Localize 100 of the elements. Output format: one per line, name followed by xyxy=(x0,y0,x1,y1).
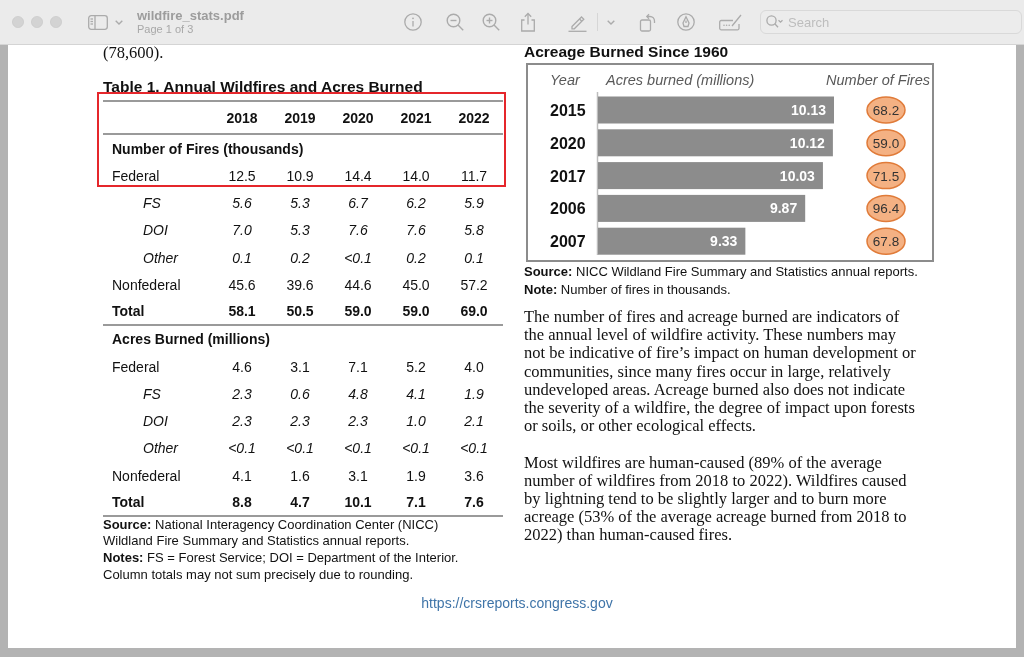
table-note: Notes: FS = Forest Service; DOI = Department of the Interior. Column totals may not sum precisely due to rounding. xyxy=(103,549,460,584)
table-title: Table 1. Annual Wildfires and Acres Burned xyxy=(103,78,424,96)
table-cell: 1.0 xyxy=(406,413,426,430)
chart-title: Acreage Burned Since 1960 xyxy=(524,45,730,59)
table-cell: 4.8 xyxy=(348,385,368,402)
table-cell: <0.1 xyxy=(286,440,314,457)
table-cell: 2.3 xyxy=(232,413,252,430)
table-cell: 0.1 xyxy=(464,249,484,266)
row-label: Nonfederal xyxy=(112,467,181,484)
row-label: DOI xyxy=(143,222,168,239)
row-label: Federal xyxy=(112,167,160,184)
fire-count-badge: 68.2 xyxy=(866,96,906,124)
category-label: 2006 xyxy=(550,200,586,218)
table-note: Source: National Interagency Coordination Center (NICC) Wildland Fire Summary and Statistics annual reports. xyxy=(103,516,440,550)
table-cell: 2.3 xyxy=(290,413,310,430)
page-count: Page 1 of 3 xyxy=(137,23,194,36)
table-cell: 59.0 xyxy=(402,303,430,320)
row-label: Total xyxy=(112,493,145,510)
table-cell: 2.1 xyxy=(464,413,484,430)
bar-value-label: 10.03 xyxy=(779,167,815,184)
table-cell: <0.1 xyxy=(344,249,372,266)
table-cell: 4.0 xyxy=(464,358,484,375)
fire-count-badge: 59.0 xyxy=(866,129,906,157)
table-cell: 0.2 xyxy=(406,249,426,266)
table-cell: 5.3 xyxy=(290,195,310,212)
row-label: Other xyxy=(143,440,178,457)
table-cell: 14.4 xyxy=(344,167,372,184)
table-cell: 1.6 xyxy=(290,467,310,484)
column-header: 2018 xyxy=(226,109,258,126)
chart-note: Note: Number of fires in thousands. xyxy=(524,281,732,299)
table-cell: 57.2 xyxy=(460,276,488,293)
search-icon xyxy=(766,15,784,28)
table-cell: 0.1 xyxy=(232,249,252,266)
table-cell: 0.6 xyxy=(290,385,310,402)
column-label: Number of Fires xyxy=(826,72,930,88)
axis-label: Year xyxy=(550,72,580,88)
text-fragment: (78,600). xyxy=(103,45,165,60)
row-label: DOI xyxy=(143,413,168,430)
category-label: 2015 xyxy=(550,102,586,119)
table-cell: 7.6 xyxy=(348,222,368,239)
column-header: 2022 xyxy=(458,109,490,126)
table-cell: 4.1 xyxy=(232,467,252,484)
table-cell: 7.0 xyxy=(232,222,252,239)
table-cell: 7.6 xyxy=(464,493,484,510)
table-cell: <0.1 xyxy=(402,440,430,457)
table-cell: 8.8 xyxy=(232,493,252,510)
table-cell: 59.0 xyxy=(344,303,372,320)
table-cell: 3.6 xyxy=(464,467,484,484)
table-cell: 1.9 xyxy=(464,385,484,402)
row-label: Total xyxy=(112,303,145,320)
table-cell: 39.6 xyxy=(286,276,314,293)
table-cell: 7.1 xyxy=(348,358,368,375)
section-heading: Acres Burned (millions) xyxy=(112,331,270,348)
body-paragraph: Most wildfires are human-caused (89% of the average number of wildfires from 2018 to 2022). Wildfires caused by lightning tend to be slightly larger and to burn more acreage (53% of the average acreage burned from 2018 to 2022) than human-caused fires. xyxy=(524,453,908,545)
table-cell: 44.6 xyxy=(344,276,372,293)
axis-label: Acres burned (millions) xyxy=(606,72,755,88)
body-paragraph: The number of fires and acreage burned are indicators of the annual level of wildfire activity. These numbers may not be indicative of fire’s impact on human development or communities, since many fires occur in large, relatively undeveloped areas. Acreage burned also does not indicate the severity of a wildfire, the degree of impact upon forests or soils, or other ecological effects. xyxy=(524,308,917,436)
table-cell: 7.6 xyxy=(406,222,426,239)
table-cell: 7.1 xyxy=(406,493,426,510)
table-cell: 10.1 xyxy=(344,493,372,510)
row-label: Other xyxy=(143,249,178,266)
table-cell: 10.9 xyxy=(286,167,314,184)
table-cell: <0.1 xyxy=(460,440,488,457)
category-label: 2020 xyxy=(550,134,586,152)
category-label: 2007 xyxy=(550,233,586,251)
table-cell: 4.6 xyxy=(232,358,252,375)
table-cell: 6.2 xyxy=(406,195,426,212)
table-cell: 0.2 xyxy=(290,249,310,266)
category-label: 2017 xyxy=(550,167,586,185)
table-cell: 50.5 xyxy=(286,303,314,320)
table-cell: 4.1 xyxy=(406,385,426,402)
section-heading: Number of Fires (thousands) xyxy=(112,140,304,157)
table-cell: <0.1 xyxy=(228,440,256,457)
table-cell: 3.1 xyxy=(290,358,310,375)
table-cell: 6.7 xyxy=(348,195,368,212)
table-cell: 4.7 xyxy=(290,493,310,510)
table-cell: 2.3 xyxy=(348,413,368,430)
table-cell: <0.1 xyxy=(344,440,372,457)
table-cell: 45.6 xyxy=(228,276,256,293)
row-label: FS xyxy=(143,385,161,402)
fire-count-badge: 71.5 xyxy=(866,161,906,190)
table-cell: 5.8 xyxy=(464,222,484,239)
fire-count-badge: 67.8 xyxy=(866,227,906,255)
chart-note: Source: NICC Wildland Fire Summary and Statistics annual reports. xyxy=(524,263,919,281)
table-cell: 1.9 xyxy=(406,467,426,484)
bar-value-label: 10.12 xyxy=(789,134,825,151)
table-cell: 5.3 xyxy=(290,222,310,239)
table-cell: 14.0 xyxy=(402,167,430,184)
column-header: 2021 xyxy=(400,109,432,126)
table-cell: 5.9 xyxy=(464,195,484,212)
column-header: 2019 xyxy=(284,109,316,126)
row-label: FS xyxy=(143,195,161,212)
document-title: wildfire_stats.pdf xyxy=(137,8,244,23)
row-label: Federal xyxy=(112,358,160,375)
table-cell: 2.3 xyxy=(232,385,252,402)
footer-link[interactable]: https://crsreports.congress.gov xyxy=(421,595,613,611)
bar-value-label: 9.33 xyxy=(710,233,738,250)
table-cell: 5.6 xyxy=(232,195,252,212)
table-cell: 69.0 xyxy=(460,303,488,320)
table-cell: 58.1 xyxy=(228,303,256,320)
